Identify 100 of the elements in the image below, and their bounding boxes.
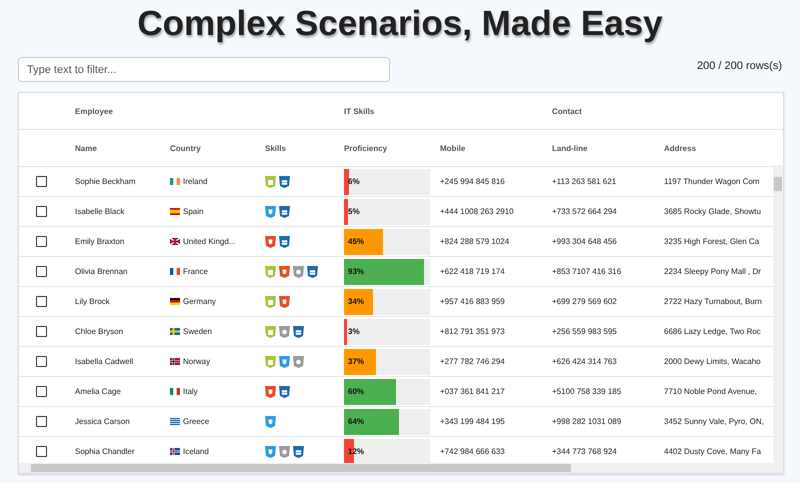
- row-checkbox[interactable]: [36, 446, 47, 457]
- country-cell: France: [183, 267, 208, 276]
- row-checkbox[interactable]: [36, 386, 47, 397]
- vertical-scrollbar[interactable]: [773, 165, 783, 463]
- css3-icon: [265, 206, 276, 218]
- address-cell: 2000 Dewy Limits, Wacaho: [664, 357, 761, 366]
- row-checkbox[interactable]: [36, 206, 47, 217]
- windows-icon: [279, 206, 290, 218]
- phone-cell: +343 199 484 195: [440, 417, 505, 426]
- android-icon: [265, 176, 276, 188]
- phone-cell: +245 994 845 816: [440, 177, 505, 186]
- proficiency-value: 3%: [348, 326, 360, 336]
- phone-cell: +957 416 883 959: [440, 297, 505, 306]
- column-group-header: IT Skills: [344, 106, 374, 116]
- phone-cell: +699 279 569 602: [552, 297, 617, 306]
- phone-cell: +626 424 314 763: [552, 357, 617, 366]
- column-header[interactable]: Skills: [265, 144, 286, 152]
- address-cell: 3452 Sunny Vale, Pyro, ON,: [664, 417, 764, 426]
- flag-icon: [170, 268, 180, 275]
- row-checkbox[interactable]: [36, 236, 47, 247]
- windows-icon: [279, 176, 290, 188]
- flag-icon: [170, 208, 180, 215]
- phone-cell: +256 559 983 595: [552, 327, 617, 336]
- row-checkbox[interactable]: [36, 266, 47, 277]
- name-cell: Amelia Cage: [75, 387, 121, 396]
- page-title: Complex Scenarios, Made Easy: [136, 4, 664, 44]
- phone-cell: +344 773 768 924: [552, 447, 617, 456]
- proficiency-value: 60%: [348, 386, 364, 396]
- windows-icon: [279, 236, 290, 248]
- windows-icon: [293, 326, 304, 338]
- row-checkbox[interactable]: [36, 296, 47, 307]
- apple-icon: [279, 446, 290, 458]
- proficiency-value: 93%: [348, 266, 364, 276]
- html5-icon: [279, 296, 290, 308]
- css3-icon: [279, 356, 290, 368]
- row-checkbox[interactable]: [36, 176, 47, 187]
- phone-cell: +5100 758 339 185: [552, 387, 622, 396]
- column-header[interactable]: Name: [75, 144, 97, 152]
- country-cell: Sweden: [183, 327, 212, 336]
- country-cell: Italy: [183, 387, 198, 396]
- apple-icon: [293, 356, 304, 368]
- column-header[interactable]: Mobile: [440, 144, 466, 152]
- apple-icon: [293, 266, 304, 278]
- flag-icon: [170, 178, 180, 185]
- address-cell: 7710 Noble Pond Avenue,: [664, 387, 757, 396]
- name-cell: Emily Braxton: [75, 237, 124, 246]
- column-header[interactable]: Land-line: [552, 144, 588, 152]
- address-cell: 4402 Dusty Cove, Many Fa: [664, 447, 761, 456]
- country-cell: Spain: [183, 207, 204, 216]
- flag-icon: [170, 448, 180, 455]
- phone-cell: +444 1008 263 2910: [440, 207, 514, 216]
- name-cell: Olivia Brennan: [75, 267, 128, 276]
- css3-icon: [265, 446, 276, 458]
- name-cell: Isabelle Black: [75, 207, 124, 216]
- name-cell: Jessica Carson: [75, 417, 130, 426]
- country-cell: Germany: [183, 297, 216, 306]
- address-cell: 3685 Rocky Glade, Showtu: [664, 207, 761, 216]
- apple-icon: [279, 326, 290, 338]
- row-checkbox[interactable]: [36, 356, 47, 367]
- flag-icon: [170, 328, 180, 335]
- column-header[interactable]: Proficiency: [344, 144, 388, 152]
- row-count: 200 / 200 rows(s): [697, 60, 782, 72]
- column-group-header: Contact: [552, 106, 582, 116]
- column-header[interactable]: Country: [170, 144, 201, 152]
- proficiency-value: 64%: [348, 416, 364, 426]
- html5-icon: [265, 386, 276, 398]
- proficiency-value: 5%: [348, 206, 360, 216]
- phone-cell: +812 791 351 973: [440, 327, 505, 336]
- flag-icon: [170, 358, 180, 365]
- horizontal-scrollbar[interactable]: [19, 463, 783, 473]
- phone-cell: +277 782 746 294: [440, 357, 505, 366]
- row-checkbox[interactable]: [36, 416, 47, 427]
- country-cell: United Kingd...: [183, 237, 236, 246]
- address-cell: 2234 Sleepy Pony Mall , Dr: [664, 267, 761, 276]
- name-cell: Sophie Beckham: [75, 177, 136, 186]
- column-header[interactable]: Address: [664, 144, 696, 152]
- proficiency-value: 45%: [348, 236, 364, 246]
- column-group-header: Employee: [75, 106, 113, 116]
- proficiency-value: 37%: [348, 356, 364, 366]
- android-icon: [265, 296, 276, 308]
- phone-cell: +733 572 664 294: [552, 207, 617, 216]
- html5-icon: [279, 266, 290, 278]
- phone-cell: +853 7107 416 316: [552, 267, 622, 276]
- phone-cell: +824 288 579 1024: [440, 237, 510, 246]
- filter-field[interactable]: Type text to filter...: [18, 57, 390, 82]
- phone-cell: +998 282 1031 089: [552, 417, 622, 426]
- country-cell: Iceland: [183, 447, 209, 456]
- phone-cell: +622 418 719 174: [440, 267, 505, 276]
- phone-cell: +037 361 841 217: [440, 387, 505, 396]
- flag-icon: [170, 388, 180, 395]
- windows-icon: [307, 266, 318, 278]
- android-icon: [265, 356, 276, 368]
- address-cell: 3235 High Forest, Glen Ca: [664, 237, 760, 246]
- address-cell: 1197 Thunder Wagon Com: [664, 177, 760, 186]
- flag-icon: [170, 418, 180, 425]
- android-icon: [265, 266, 276, 278]
- flag-icon: [170, 298, 180, 305]
- name-cell: Sophia Chandler: [75, 447, 135, 456]
- html5-icon: [265, 236, 276, 248]
- row-checkbox[interactable]: [36, 326, 47, 337]
